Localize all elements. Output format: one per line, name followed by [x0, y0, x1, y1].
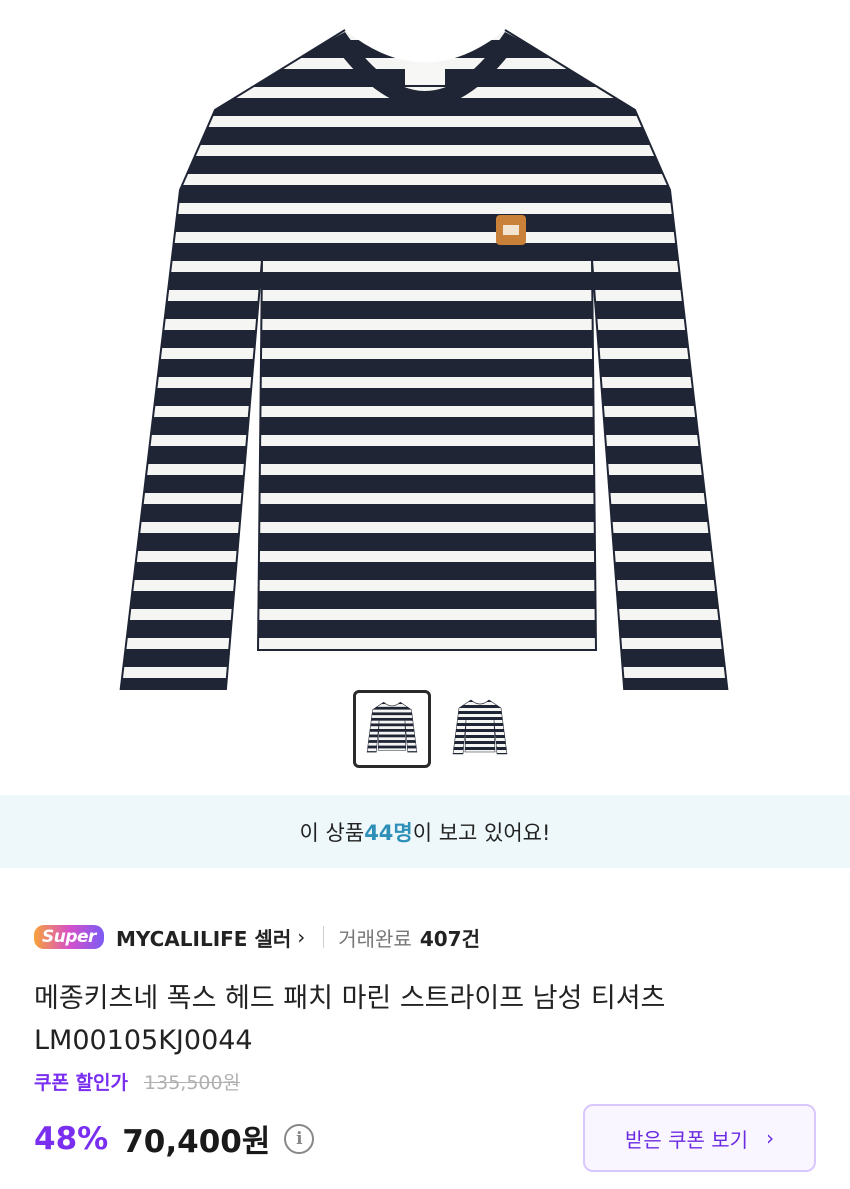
product-main-image[interactable] [0, 0, 850, 690]
viewers-count: 44명 [364, 820, 413, 845]
super-badge: Super [34, 925, 104, 949]
product-title: 메종키츠네 폭스 헤드 패치 마린 스트라이프 남성 티셔츠 LM00105KJ… [34, 983, 666, 1056]
trade-count: 407건 [419, 926, 480, 951]
price-row: 48% 70,400원 i [34, 1116, 315, 1161]
thumbnail-1[interactable] [353, 690, 431, 768]
coupon-price-row: 쿠폰 할인가 135,500원 [34, 1068, 240, 1095]
sale-price: 70,400원 [122, 1124, 271, 1160]
coupon-label: 쿠폰 할인가 [34, 1072, 129, 1094]
chevron-right-icon[interactable]: › [297, 925, 305, 949]
trade-label: 거래완료 [338, 926, 412, 951]
discount-rate: 48% [34, 1120, 109, 1157]
thumbnail-strip [0, 690, 850, 770]
original-price: 135,500원 [144, 1072, 241, 1094]
seller-link[interactable]: MYCALILIFE 셀러 [116, 923, 291, 952]
view-coupons-label: 받은 쿠폰 보기 [624, 1127, 749, 1152]
chevron-right-icon: › [766, 1126, 775, 1150]
view-coupons-button[interactable]: 받은 쿠폰 보기 › [583, 1104, 816, 1172]
product-image-area [0, 0, 850, 795]
thumbnail-2[interactable] [441, 690, 519, 768]
viewers-prefix: 이 상품 [299, 820, 365, 845]
viewers-banner: 이 상품 44명 이 보고 있어요! [0, 795, 850, 868]
viewers-suffix: 이 보고 있어요! [412, 820, 551, 845]
product-info: Super MYCALILIFE 셀러 › 거래완료 407건 메종키츠네 폭스… [0, 868, 850, 1189]
divider [323, 926, 325, 948]
info-icon[interactable]: i [284, 1123, 315, 1154]
seller-row: Super MYCALILIFE 셀러 › 거래완료 407건 [34, 922, 480, 952]
